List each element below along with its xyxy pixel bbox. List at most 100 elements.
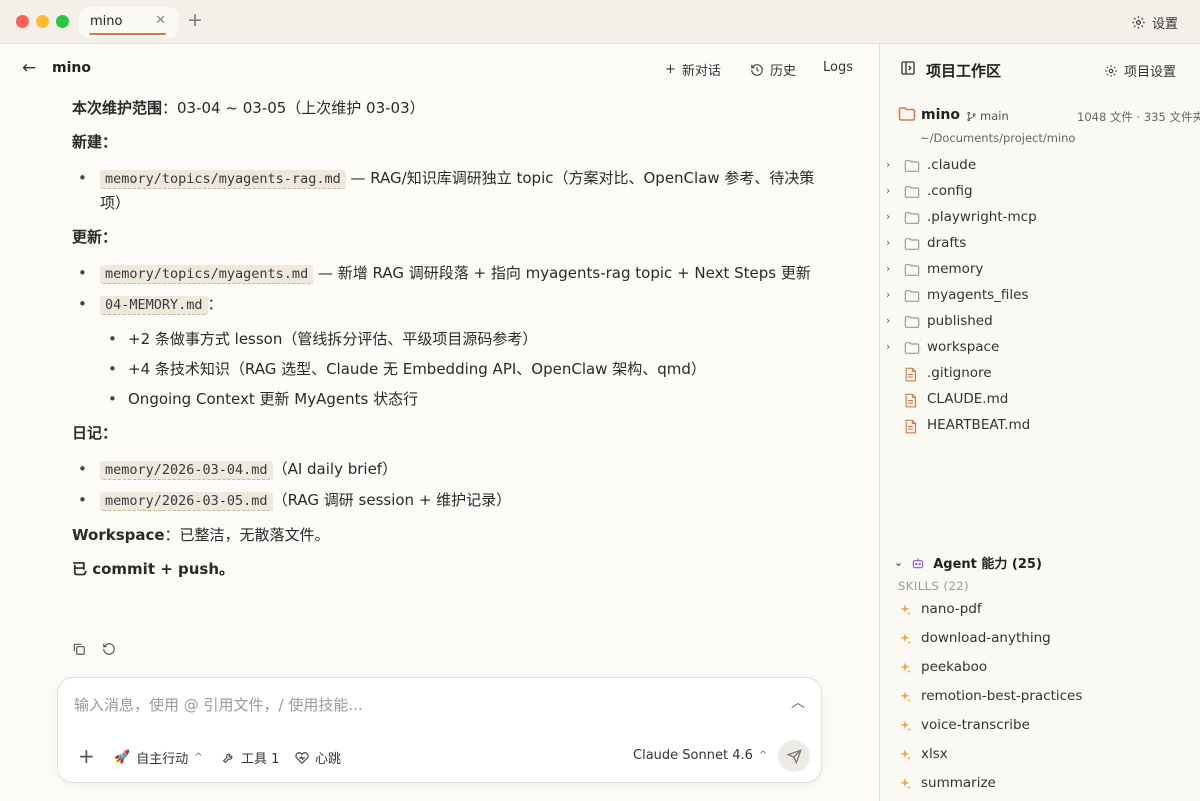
tree-item-label: .gitignore: [927, 365, 992, 381]
project-settings-button[interactable]: 项目设置: [1104, 61, 1176, 80]
plus-icon: +: [665, 62, 676, 77]
skill-label: download-anything: [921, 630, 1051, 646]
robot-icon: [912, 557, 924, 568]
sidebar-toggle-icon[interactable]: [900, 60, 916, 76]
window-titlebar: mino ✕ + 设置: [0, 0, 1200, 44]
file-code[interactable]: memory/2026-03-05.md: [100, 492, 273, 511]
item-text: — 新增 RAG 调研段落 + 指向 myagents-rag topic + …: [313, 264, 811, 282]
tree-folder-item[interactable]: › .claude: [880, 153, 1200, 179]
chevron-right-icon[interactable]: ›: [886, 184, 890, 197]
copy-icon[interactable]: [72, 642, 86, 656]
tree-folder-item[interactable]: › workspace: [880, 335, 1200, 361]
update-list: memory/topics/myagents.md — 新增 RAG 调研段落 …: [72, 261, 832, 317]
heartbeat-button[interactable]: 心跳: [295, 748, 341, 767]
history-button[interactable]: 历史: [750, 60, 796, 79]
scope-line: 本次维护范围：03-04 ~ 03-05（上次维护 03-03）: [72, 96, 832, 120]
sub-list-item: Ongoing Context 更新 MyAgents 状态行: [72, 387, 832, 411]
agent-capabilities-header[interactable]: ⌄ Agent 能力 (25): [894, 553, 1042, 572]
file-code[interactable]: memory/topics/myagents-rag.md: [100, 170, 346, 189]
tab-close-icon[interactable]: ✕: [155, 13, 166, 28]
model-label: Claude Sonnet 4.6: [633, 748, 753, 763]
logs-button[interactable]: Logs: [823, 60, 853, 75]
chevron-up-icon: ^: [758, 750, 768, 761]
back-arrow-icon[interactable]: ←: [22, 58, 36, 78]
workspace-line: Workspace：已整洁，无散落文件。: [72, 523, 832, 547]
history-label: 历史: [770, 64, 797, 79]
git-branch[interactable]: main: [966, 109, 1009, 123]
scope-label: 本次维护范围: [72, 99, 163, 117]
tree-folder-item[interactable]: › myagents_files: [880, 283, 1200, 309]
chevron-right-icon[interactable]: ›: [886, 262, 890, 275]
item-text: ：: [207, 295, 223, 313]
chevron-up-icon[interactable]: ︿: [791, 692, 805, 712]
tab-mino[interactable]: mino ✕: [79, 7, 178, 38]
chat-header: ← mino + 新对话 历史 Logs: [0, 44, 879, 92]
scope-value: ：03-04 ~ 03-05（上次维护 03-03）: [162, 99, 425, 117]
list-item: memory/2026-03-05.md（RAG 调研 session + 维护…: [72, 488, 832, 513]
new-chat-button[interactable]: + 新对话: [665, 60, 721, 79]
list-item: 04-MEMORY.md：: [72, 292, 832, 317]
send-button[interactable]: [778, 740, 810, 772]
branch-icon: [967, 111, 976, 121]
assistant-message: 本次维护范围：03-04 ~ 03-05（上次维护 03-03） 新建： mem…: [72, 96, 832, 591]
folder-icon: [904, 316, 920, 328]
skill-label: nano-pdf: [921, 601, 982, 617]
file-icon: [905, 367, 917, 382]
history-icon: [751, 63, 763, 76]
new-tab-button[interactable]: +: [187, 9, 203, 31]
retry-icon[interactable]: [102, 642, 116, 656]
chevron-right-icon[interactable]: ›: [886, 158, 890, 171]
commit-line: 已 commit + push。: [72, 557, 832, 581]
item-text: （RAG 调研 session + 维护记录）: [272, 491, 512, 509]
tab-label: mino: [90, 14, 123, 29]
settings-button[interactable]: 设置: [1131, 13, 1178, 32]
folder-icon: [904, 290, 920, 302]
project-stats: 1048 文件 · 335 文件夹: [1077, 110, 1200, 124]
tree-file-item[interactable]: .gitignore: [880, 361, 1200, 387]
heartbeat-label: 心跳: [315, 752, 342, 767]
chevron-up-icon: ^: [194, 752, 203, 763]
attach-button[interactable]: +: [78, 744, 95, 768]
tree-folder-item[interactable]: › drafts: [880, 231, 1200, 257]
message-composer[interactable]: 输入消息，使用 @ 引用文件，/ 使用技能... ︿ + 🚀 自主行动 ^ 工具…: [57, 677, 822, 783]
file-code[interactable]: 04-MEMORY.md: [100, 296, 208, 315]
commit-text: 已 commit + push。: [72, 560, 235, 578]
tree-item-label: CLAUDE.md: [927, 391, 1009, 407]
tree-folder-item[interactable]: › published: [880, 309, 1200, 335]
message-input[interactable]: 输入消息，使用 @ 引用文件，/ 使用技能...: [74, 694, 363, 715]
chevron-right-icon[interactable]: ›: [886, 210, 890, 223]
file-code[interactable]: memory/topics/myagents.md: [100, 265, 314, 284]
settings-label: 设置: [1151, 17, 1178, 32]
chevron-right-icon[interactable]: ›: [886, 288, 890, 301]
tab-active-indicator: [89, 33, 166, 35]
tree-file-item[interactable]: HEARTBEAT.md: [880, 413, 1200, 439]
project-settings-label: 项目设置: [1123, 65, 1176, 80]
sparkle-icon: [900, 633, 911, 645]
close-window-button[interactable]: [16, 15, 29, 28]
model-selector[interactable]: Claude Sonnet 4.6 ^: [633, 748, 767, 763]
tree-folder-item[interactable]: › .playwright-mcp: [880, 205, 1200, 231]
chevron-right-icon[interactable]: ›: [886, 314, 890, 327]
item-text: （AI daily brief）: [272, 460, 398, 478]
tree-folder-item[interactable]: › memory: [880, 257, 1200, 283]
project-name[interactable]: mino: [921, 107, 960, 123]
zoom-window-button[interactable]: [56, 15, 69, 28]
chat-area: ← mino + 新对话 历史 Logs 本次维护范围：03-04 ~ 03-0…: [0, 44, 879, 801]
chevron-down-icon: ⌄: [894, 556, 904, 569]
send-icon: [786, 748, 802, 764]
tools-button[interactable]: 工具 1: [222, 748, 279, 767]
new-chat-label: 新对话: [681, 64, 721, 79]
chevron-right-icon[interactable]: ›: [886, 340, 890, 353]
sparkle-icon: [900, 662, 911, 674]
tree-file-item[interactable]: CLAUDE.md: [880, 387, 1200, 413]
branch-label: main: [980, 109, 1009, 123]
folder-icon: [904, 238, 920, 250]
gear-icon: [1105, 64, 1117, 77]
file-code[interactable]: memory/2026-03-04.md: [100, 461, 273, 480]
chat-title: mino: [52, 60, 91, 76]
mode-selector[interactable]: 🚀 自主行动 ^: [114, 748, 203, 767]
tree-folder-item[interactable]: › .config: [880, 179, 1200, 205]
minimize-window-button[interactable]: [36, 15, 49, 28]
tools-label: 工具 1: [241, 752, 280, 767]
chevron-right-icon[interactable]: ›: [886, 236, 890, 249]
